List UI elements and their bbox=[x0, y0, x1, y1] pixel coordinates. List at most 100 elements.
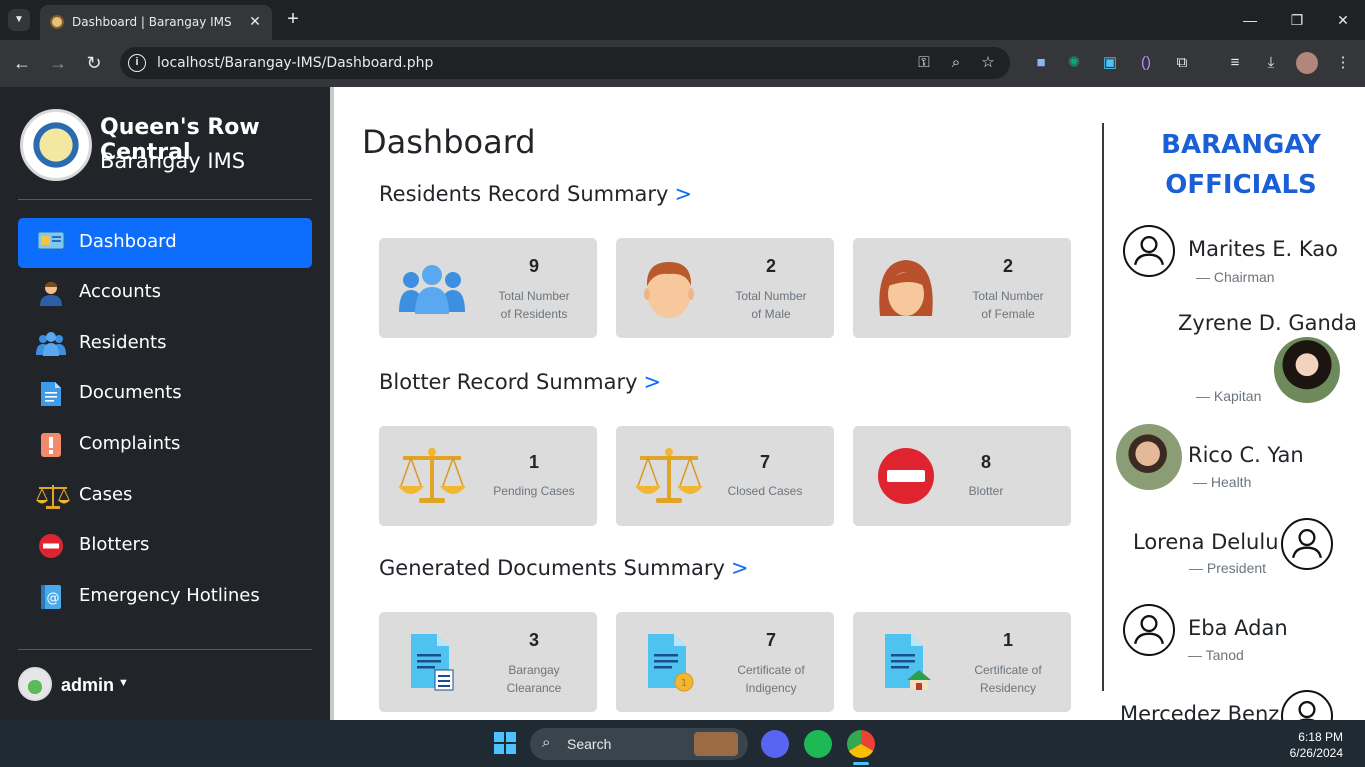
sidebar-item-dashboard[interactable]: Dashboard bbox=[18, 218, 312, 268]
official-name: Eba Adan bbox=[1188, 616, 1288, 640]
sidebar: Queen's Row Central Barangay IMS Dashboa… bbox=[0, 87, 330, 720]
document-icon bbox=[36, 381, 66, 407]
clock-date: 6/26/2024 bbox=[1289, 746, 1343, 760]
card-label: Clearance bbox=[506, 681, 562, 695]
browser-toolbar: ← → ↻ i localhost/Barangay-IMS/Dashboard… bbox=[0, 40, 1365, 87]
download-icon[interactable]: ⤓ bbox=[1260, 52, 1282, 74]
sidebar-item-documents[interactable]: Documents bbox=[18, 369, 312, 419]
browser-tab[interactable]: Dashboard | Barangay IMS ✕ bbox=[40, 5, 272, 40]
sidebar-item-blotters[interactable]: Blotters bbox=[18, 521, 312, 571]
chevron-down-icon[interactable]: ▼ bbox=[118, 677, 129, 689]
user-avatar[interactable] bbox=[18, 667, 52, 701]
sidebar-item-accounts[interactable]: Accounts bbox=[18, 268, 312, 318]
card-label: Barangay bbox=[508, 663, 560, 677]
clearance-document-icon bbox=[411, 634, 454, 691]
spotify-app-icon[interactable] bbox=[804, 730, 832, 758]
user-icon bbox=[36, 280, 66, 306]
residency-certificate-icon bbox=[885, 634, 931, 690]
scales-icon bbox=[635, 448, 703, 503]
card-value: 2 bbox=[765, 256, 776, 276]
sidebar-item-residents[interactable]: Residents bbox=[18, 319, 312, 369]
back-button[interactable]: ← bbox=[10, 51, 34, 75]
card-certificate-indigency[interactable]: 1 7 Certificate of Indigency bbox=[616, 612, 834, 712]
close-tab-icon[interactable]: ✕ bbox=[246, 12, 264, 30]
site-info-icon[interactable]: i bbox=[128, 54, 146, 72]
svg-text:@: @ bbox=[47, 591, 60, 606]
media-controls-icon[interactable]: ≡ bbox=[1224, 52, 1246, 74]
taskbar-search-label: Search bbox=[567, 736, 612, 752]
card-value: 3 bbox=[528, 630, 539, 650]
close-window-button[interactable]: ✕ bbox=[1331, 8, 1355, 32]
card-value: 7 bbox=[759, 452, 770, 472]
official-name: Marites E. Kao bbox=[1188, 237, 1338, 261]
card-label: Residency bbox=[979, 681, 1037, 695]
card-value: 7 bbox=[765, 630, 776, 650]
chrome-app-icon[interactable] bbox=[847, 730, 875, 758]
url-text[interactable]: localhost/Barangay-IMS/Dashboard.php bbox=[157, 55, 433, 71]
code-extension-icon[interactable]: () bbox=[1135, 52, 1157, 74]
reload-button[interactable]: ↻ bbox=[82, 51, 106, 75]
taskbar-search[interactable]: ⌕ Search bbox=[530, 728, 748, 760]
official-name: Zyrene D. Ganda bbox=[1178, 311, 1357, 335]
password-key-icon[interactable]: ⚿ bbox=[914, 53, 934, 73]
brand-subtitle: Barangay IMS bbox=[100, 149, 246, 173]
new-tab-button[interactable]: + bbox=[282, 8, 304, 30]
card-label: Total Number bbox=[735, 289, 807, 303]
section-title-text: Generated Documents Summary bbox=[379, 556, 725, 580]
discord-app-icon[interactable] bbox=[761, 730, 789, 758]
card-value: 8 bbox=[980, 452, 991, 472]
card-label: of Male bbox=[751, 307, 791, 321]
documents-link[interactable]: > bbox=[731, 556, 749, 580]
section-title-text: Blotter Record Summary bbox=[379, 370, 638, 394]
card-pending-cases[interactable]: 1 Pending Cases bbox=[379, 426, 597, 526]
browser-tabbar: ▼ Dashboard | Barangay IMS ✕ + — ❐ ✕ bbox=[0, 0, 1365, 40]
minimize-button[interactable]: — bbox=[1238, 8, 1262, 32]
extension-icon[interactable]: ■ bbox=[1030, 52, 1052, 74]
official-photo bbox=[1274, 337, 1340, 403]
zoom-icon[interactable]: ⌕ bbox=[946, 53, 966, 73]
card-certificate-residency[interactable]: 1 Certificate of Residency bbox=[853, 612, 1071, 712]
card-label: Total Number bbox=[498, 289, 570, 303]
tab-search-icon[interactable]: ▼ bbox=[8, 9, 30, 31]
card-closed-cases[interactable]: 7 Closed Cases bbox=[616, 426, 834, 526]
card-total-female[interactable]: 2 Total Number of Female bbox=[853, 238, 1071, 338]
card-label: Closed Cases bbox=[727, 484, 803, 498]
scales-icon bbox=[398, 448, 466, 503]
sidebar-item-emergency-hotlines[interactable]: @ Emergency Hotlines bbox=[18, 572, 312, 622]
card-value: 9 bbox=[528, 256, 539, 276]
active-app-indicator bbox=[853, 762, 869, 765]
card-total-male[interactable]: 2 Total Number of Male bbox=[616, 238, 834, 338]
menu-kebab-icon[interactable]: ⋮ bbox=[1332, 52, 1354, 74]
profile-avatar-icon[interactable] bbox=[1296, 52, 1318, 74]
card-barangay-clearance[interactable]: 3 Barangay Clearance bbox=[379, 612, 597, 712]
chatgpt-extension-icon[interactable]: ✺ bbox=[1063, 52, 1085, 74]
windows-taskbar: ⌕ Search 6:18 PM 6/26/2024 bbox=[0, 720, 1365, 767]
official-photo bbox=[1116, 424, 1182, 490]
user-menu[interactable]: admin bbox=[61, 675, 114, 696]
default-avatar-icon bbox=[1123, 225, 1175, 277]
card-total-residents[interactable]: 9 Total Number of Residents bbox=[379, 238, 597, 338]
blotter-link[interactable]: > bbox=[644, 370, 662, 394]
residents-link[interactable]: > bbox=[674, 182, 692, 206]
taskbar-clock[interactable]: 6:18 PM 6/26/2024 bbox=[1290, 729, 1343, 761]
sidebar-item-cases[interactable]: Cases bbox=[18, 471, 312, 521]
default-avatar-icon bbox=[1281, 690, 1333, 720]
sidebar-item-label: Emergency Hotlines bbox=[79, 585, 260, 606]
contact-book-icon: @ bbox=[36, 584, 66, 610]
vertical-divider bbox=[1102, 123, 1104, 691]
card-blotter[interactable]: 8 Blotter bbox=[853, 426, 1071, 526]
main-content: Dashboard Residents Record Summary > 9 To… bbox=[334, 87, 1102, 720]
section-title-documents: Generated Documents Summary > bbox=[379, 556, 749, 580]
restore-button[interactable]: ❐ bbox=[1285, 8, 1309, 32]
tab-title: Dashboard | Barangay IMS bbox=[72, 15, 232, 29]
screenshot-extension-icon[interactable]: ▣ bbox=[1099, 52, 1121, 74]
forward-button[interactable]: → bbox=[46, 51, 70, 75]
card-label: of Residents bbox=[500, 307, 568, 321]
address-bar[interactable]: i localhost/Barangay-IMS/Dashboard.php ⚿… bbox=[120, 47, 1010, 79]
bookmark-star-icon[interactable]: ☆ bbox=[978, 53, 998, 73]
windows-start-icon[interactable] bbox=[494, 732, 516, 754]
officials-title-line-2: OFFICIALS bbox=[1165, 170, 1317, 200]
section-title-blotter: Blotter Record Summary > bbox=[379, 370, 661, 394]
sidebar-item-complaints[interactable]: Complaints bbox=[18, 420, 312, 470]
puzzle-extensions-icon[interactable]: ⧉ bbox=[1171, 52, 1193, 74]
